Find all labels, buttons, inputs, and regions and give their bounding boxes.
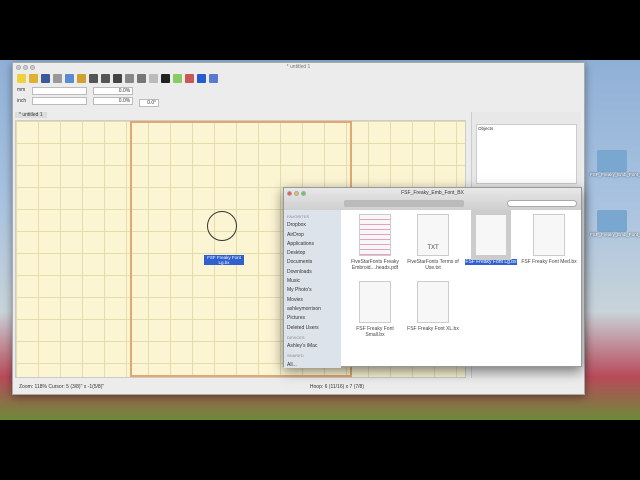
- file-name: FSF Freaky Font Small.bx: [356, 326, 394, 338]
- file-item[interactable]: FSF Freaky Font Lg.bx: [462, 210, 520, 271]
- toolbar: [13, 72, 584, 85]
- width-field[interactable]: [32, 87, 88, 95]
- sidebar-item[interactable]: Downloads: [287, 268, 338, 277]
- sidebar-item[interactable]: ashleymorrison: [287, 305, 338, 314]
- finder-window-controls[interactable]: [287, 190, 308, 200]
- lock-icon[interactable]: [209, 74, 218, 83]
- file-item[interactable]: FSF Freaky Font Med.bx: [520, 214, 578, 271]
- window-controls[interactable]: [16, 65, 37, 74]
- stitch-icon[interactable]: [185, 74, 194, 83]
- tab-untitled[interactable]: * untitled 1: [15, 112, 47, 118]
- 3d-icon[interactable]: [113, 74, 122, 83]
- unit-inch-radio: inch: [17, 98, 27, 104]
- document-icon: [417, 281, 449, 323]
- sidebar-item[interactable]: Applications: [287, 240, 338, 249]
- design-object[interactable]: [207, 211, 237, 241]
- sidebar-item[interactable]: All...: [287, 361, 338, 368]
- document-icon: [471, 210, 511, 260]
- window-title: * untitled 1: [286, 64, 311, 70]
- sidebar-section: SHARED: [287, 353, 304, 359]
- measure-icon[interactable]: [137, 74, 146, 83]
- export-icon[interactable]: [77, 74, 86, 83]
- anchor-icon[interactable]: [149, 74, 158, 83]
- sidebar-item[interactable]: Dropbox: [287, 221, 338, 230]
- status-bar: Zoom: 118% Cursor: 5 (3/8)" x -1(5/8)" Ho…: [13, 381, 584, 394]
- finder-toolbar-buttons[interactable]: [344, 200, 464, 207]
- height-percent-field[interactable]: 0.0%: [93, 97, 134, 105]
- import-icon[interactable]: [65, 74, 74, 83]
- sidebar-item[interactable]: Deleted Users: [287, 324, 338, 333]
- save-icon[interactable]: [41, 74, 50, 83]
- width-percent-field[interactable]: 0.0%: [93, 87, 134, 95]
- finder-title: FSF_Freaky_Emb_Font_BX: [401, 190, 464, 196]
- sidebar-item[interactable]: Music: [287, 277, 338, 286]
- object-label: FSF Freaky Font Lg.bx: [204, 255, 244, 265]
- finder-sidebar: FAVORITES Dropbox AirDrop Applications Deskt…: [284, 210, 341, 368]
- hoop-status: Hoop: 6 (11/16) x 7 (7/8): [309, 384, 364, 390]
- select-icon[interactable]: [173, 74, 182, 83]
- file-item[interactable]: FSF Freaky Font Small.bx: [346, 281, 404, 338]
- rotate-icon[interactable]: [89, 74, 98, 83]
- file-name: FSF Freaky Font XL.bx: [407, 326, 459, 332]
- document-icon: [533, 214, 565, 256]
- sidebar-item[interactable]: My Photo's: [287, 286, 338, 295]
- print-icon[interactable]: [53, 74, 62, 83]
- new-icon[interactable]: [17, 74, 26, 83]
- height-field[interactable]: [32, 97, 88, 105]
- desktop-folder[interactable]: FSF_Freaky_Emb_Font_BX: [590, 150, 640, 177]
- pointer-icon[interactable]: [161, 74, 170, 83]
- open-icon[interactable]: [29, 74, 38, 83]
- angle-field[interactable]: 0.0°: [139, 99, 160, 107]
- document-icon: [359, 281, 391, 323]
- flip-icon[interactable]: [101, 74, 110, 83]
- sidebar-item[interactable]: AirDrop: [287, 231, 338, 240]
- sidebar-section: FAVORITES: [287, 214, 310, 219]
- sidebar-item[interactable]: Desktop: [287, 249, 338, 258]
- sidebar-item[interactable]: Documents: [287, 258, 338, 267]
- folder-icon: [597, 150, 627, 172]
- zoom-icon[interactable]: [125, 74, 134, 83]
- objects-list[interactable]: Objects: [476, 124, 577, 184]
- file-name: FiveStarFonts Freaky Embroid....heads.pd…: [351, 259, 399, 271]
- cursor-status: Zoom: 118% Cursor: 5 (3/8)" x -1(5/8)": [19, 384, 105, 390]
- file-item[interactable]: TXT FiveStarFonts Terms of Use.txt: [404, 214, 462, 271]
- sidebar-section: DEVICES: [287, 334, 305, 340]
- document-icon: [359, 214, 391, 256]
- file-item[interactable]: FiveStarFonts Freaky Embroid....heads.pd…: [346, 214, 404, 271]
- finder-window: FSF_Freaky_Emb_Font_BX FAVORITES Dropbox A…: [283, 187, 582, 368]
- file-item[interactable]: FSF Freaky Font XL.bx: [404, 281, 462, 338]
- unit-mm-radio: mm: [17, 87, 26, 93]
- file-name: FSF Freaky Font Med.bx: [521, 259, 577, 265]
- file-name: FiveStarFonts Terms of Use.txt: [407, 259, 459, 271]
- text-icon[interactable]: [197, 74, 206, 83]
- sidebar-item[interactable]: Pictures: [287, 314, 338, 323]
- file-grid: FiveStarFonts Freaky Embroid....heads.pd…: [346, 210, 581, 338]
- document-icon: TXT: [417, 214, 449, 256]
- folder-icon: [597, 210, 627, 232]
- search-input[interactable]: [507, 200, 577, 207]
- sidebar-item[interactable]: Movies: [287, 296, 338, 305]
- desktop-folder[interactable]: FSF_Freaky_Emb_Font_BX: [590, 210, 640, 237]
- file-name: FSF Freaky Font Lg.bx: [465, 259, 517, 265]
- sidebar-item[interactable]: Ashley's iMac: [287, 342, 338, 351]
